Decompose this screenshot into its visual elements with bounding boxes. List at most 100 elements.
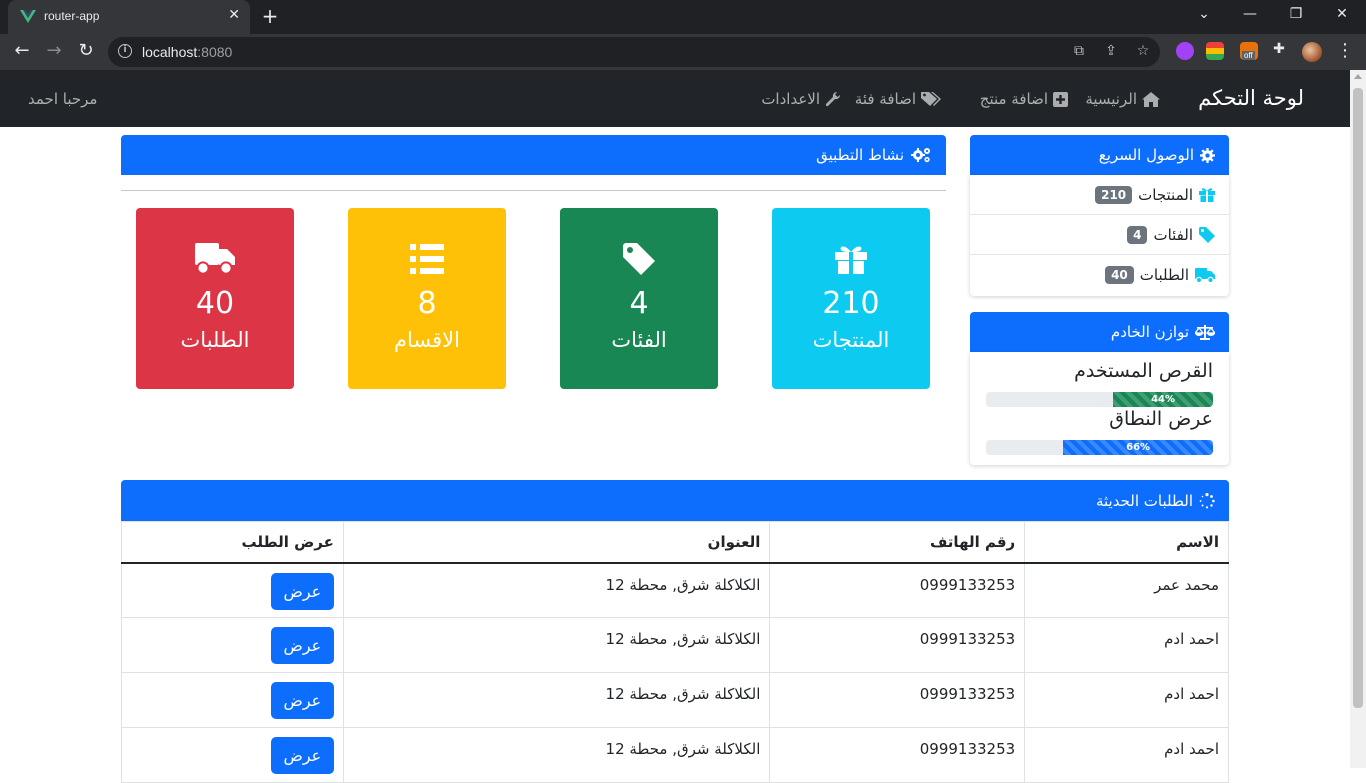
view-order-button[interactable]: عرض xyxy=(270,682,334,719)
reload-icon[interactable]: ↻ xyxy=(74,40,98,61)
forward-icon[interactable]: → xyxy=(42,40,66,61)
plus-square-icon xyxy=(1053,91,1068,107)
quick-access-item-products[interactable]: 210 المنتجات xyxy=(970,175,1229,215)
browser-tab-strip: router-app ✕ + ⌄ — ❐ ✕ xyxy=(0,0,1366,34)
nav-link-home[interactable]: الرنيسية xyxy=(1085,90,1160,108)
stat-tile-products[interactable]: 210 المنتجات xyxy=(772,208,930,389)
stat-value: 40 xyxy=(195,286,235,321)
site-info-icon[interactable]: i xyxy=(118,44,132,58)
products-count-badge: 210 xyxy=(1095,185,1133,204)
orders-count-badge: 40 xyxy=(1105,266,1134,284)
vue-logo-icon xyxy=(20,10,36,23)
nav-link-settings-label: الاعدادات xyxy=(761,90,820,108)
quick-access-item-label: المنتجات xyxy=(1138,185,1193,204)
browser-menu-icon[interactable]: ⋮ xyxy=(1336,40,1354,61)
categories-count-badge: 4 xyxy=(1127,225,1148,244)
column-header-name: الاسم xyxy=(1024,521,1229,564)
nav-link-home-label: الرنيسية xyxy=(1085,90,1137,108)
address-bar[interactable]: i localhost:8080 ⧉ ⇪ ☆ xyxy=(108,37,1160,67)
gears-icon xyxy=(911,148,930,163)
activity-header: نشاط التطبيق xyxy=(121,135,946,175)
browser-toolbar: ← → ↻ i localhost:8080 ⧉ ⇪ ☆ off ✚ ⋮ xyxy=(0,34,1366,70)
table-row: احمد ادم 0999133253 الكلاكلة شرق, محطة 1… xyxy=(121,727,1229,783)
close-window-icon[interactable]: ✕ xyxy=(1332,6,1352,22)
table-row: احمد ادم 0999133253 الكلاكلة شرق, محطة 1… xyxy=(121,672,1229,728)
disk-usage-progress: 44% xyxy=(986,392,1213,407)
cell-name: محمد عمر xyxy=(1024,562,1229,618)
cell-address: الكلاكلة شرق, محطة 12 xyxy=(342,562,771,618)
app-navbar: لوحة التحكم الرنيسية اضافة منتج اضافة فئ… xyxy=(0,70,1350,127)
extension-off-badge: off xyxy=(1242,51,1255,60)
stat-label: المنتجات xyxy=(812,328,890,352)
extension-colorful-icon[interactable] xyxy=(1206,42,1224,60)
quick-access-item-orders[interactable]: 40 الطلبات xyxy=(970,255,1229,295)
column-header-address: العنوان xyxy=(342,521,771,564)
cell-phone: 0999133253 xyxy=(769,617,1026,673)
table-row: احمد ادم 0999133253 الكلاكلة شرق, محطة 1… xyxy=(121,617,1229,673)
table-row: محمد عمر 0999133253 الكلاكلة شرق, محطة 1… xyxy=(121,562,1229,618)
restore-icon[interactable]: ❐ xyxy=(1286,6,1306,22)
nav-link-add-product-label: اضافة منتج xyxy=(979,90,1048,108)
recent-orders-header: الطلبات الحديثة xyxy=(121,480,1229,521)
activity-title: نشاط التطبيق xyxy=(816,146,904,164)
profile-avatar[interactable] xyxy=(1302,42,1322,62)
stat-tile-orders[interactable]: 40 الطلبات xyxy=(136,208,294,389)
extensions-puzzle-icon[interactable]: ✚ xyxy=(1270,41,1288,57)
new-tab-icon[interactable]: + xyxy=(260,4,280,28)
translate-icon[interactable]: ⧉ xyxy=(1070,43,1088,59)
truck-icon xyxy=(1195,267,1215,283)
list-icon xyxy=(410,242,444,276)
nav-link-add-product[interactable]: اضافة منتج xyxy=(980,90,1068,108)
cell-address: الكلاكلة شرق, محطة 12 xyxy=(342,727,771,783)
extension-purple-icon[interactable] xyxy=(1176,42,1194,60)
recent-orders-title: الطلبات الحديثة xyxy=(1095,491,1193,510)
scroll-up-arrow-icon[interactable] xyxy=(1354,74,1362,79)
nav-link-add-category[interactable]: اضافة فئة xyxy=(855,90,943,108)
view-order-button[interactable]: عرض xyxy=(270,627,334,664)
gift-icon xyxy=(835,242,867,276)
server-balance-header: توازن الخادم xyxy=(970,312,1229,352)
stat-label: الفئات xyxy=(611,328,667,352)
wrench-icon xyxy=(825,91,841,107)
activity-divider xyxy=(121,190,946,191)
cell-phone: 0999133253 xyxy=(769,727,1026,783)
quick-access-item-categories[interactable]: 4 الفئات xyxy=(970,215,1229,255)
tags-icon xyxy=(921,92,941,106)
scrollbar-thumb[interactable] xyxy=(1353,88,1363,708)
quick-access-header: الوصول السريع xyxy=(970,135,1229,175)
stat-tile-categories[interactable]: 4 الفئات xyxy=(560,208,718,389)
quick-access-title: الوصول السريع xyxy=(1098,146,1194,164)
bookmark-star-icon[interactable]: ☆ xyxy=(1134,43,1152,59)
column-header-view: عرض الطلب xyxy=(121,521,344,564)
page-scrollbar[interactable] xyxy=(1350,70,1366,768)
table-header-row: الاسم رقم الهاتف العنوان عرض الطلب xyxy=(121,521,1229,564)
extension-off-icon[interactable]: off xyxy=(1240,42,1258,60)
navbar-brand[interactable]: لوحة التحكم xyxy=(1198,86,1304,110)
cell-name: احمد ادم xyxy=(1024,727,1229,783)
stat-label: الاقسام xyxy=(394,328,460,352)
cell-action: عرض xyxy=(121,562,344,618)
bandwidth-progress: 66% xyxy=(986,440,1213,455)
share-icon[interactable]: ⇪ xyxy=(1102,43,1120,59)
cell-address: الكلاكلة شرق, محطة 12 xyxy=(342,617,771,673)
server-balance-title: توازن الخادم xyxy=(1110,323,1189,341)
minimize-icon[interactable]: — xyxy=(1240,6,1260,22)
stat-value: 210 xyxy=(822,286,880,321)
cell-name: احمد ادم xyxy=(1024,672,1229,728)
truck-icon xyxy=(195,242,235,276)
tab-title: router-app xyxy=(44,9,100,23)
view-order-button[interactable]: عرض xyxy=(270,572,334,610)
back-icon[interactable]: ← xyxy=(10,40,34,61)
stat-tile-sections[interactable]: 8 الاقسام xyxy=(348,208,506,389)
browser-tab[interactable]: router-app ✕ xyxy=(8,0,250,34)
bandwidth-bar: 66% xyxy=(1063,440,1213,455)
disk-usage-label: القرص المستخدم xyxy=(1074,360,1213,382)
tag-icon xyxy=(623,242,655,276)
tag-icon xyxy=(1199,226,1215,243)
balance-scale-icon xyxy=(1195,325,1215,340)
tab-search-icon[interactable]: ⌄ xyxy=(1194,6,1214,22)
nav-link-settings[interactable]: الاعدادات xyxy=(761,90,841,108)
cell-phone: 0999133253 xyxy=(769,562,1026,618)
view-order-button[interactable]: عرض xyxy=(270,737,334,774)
tab-close-icon[interactable]: ✕ xyxy=(228,7,240,23)
